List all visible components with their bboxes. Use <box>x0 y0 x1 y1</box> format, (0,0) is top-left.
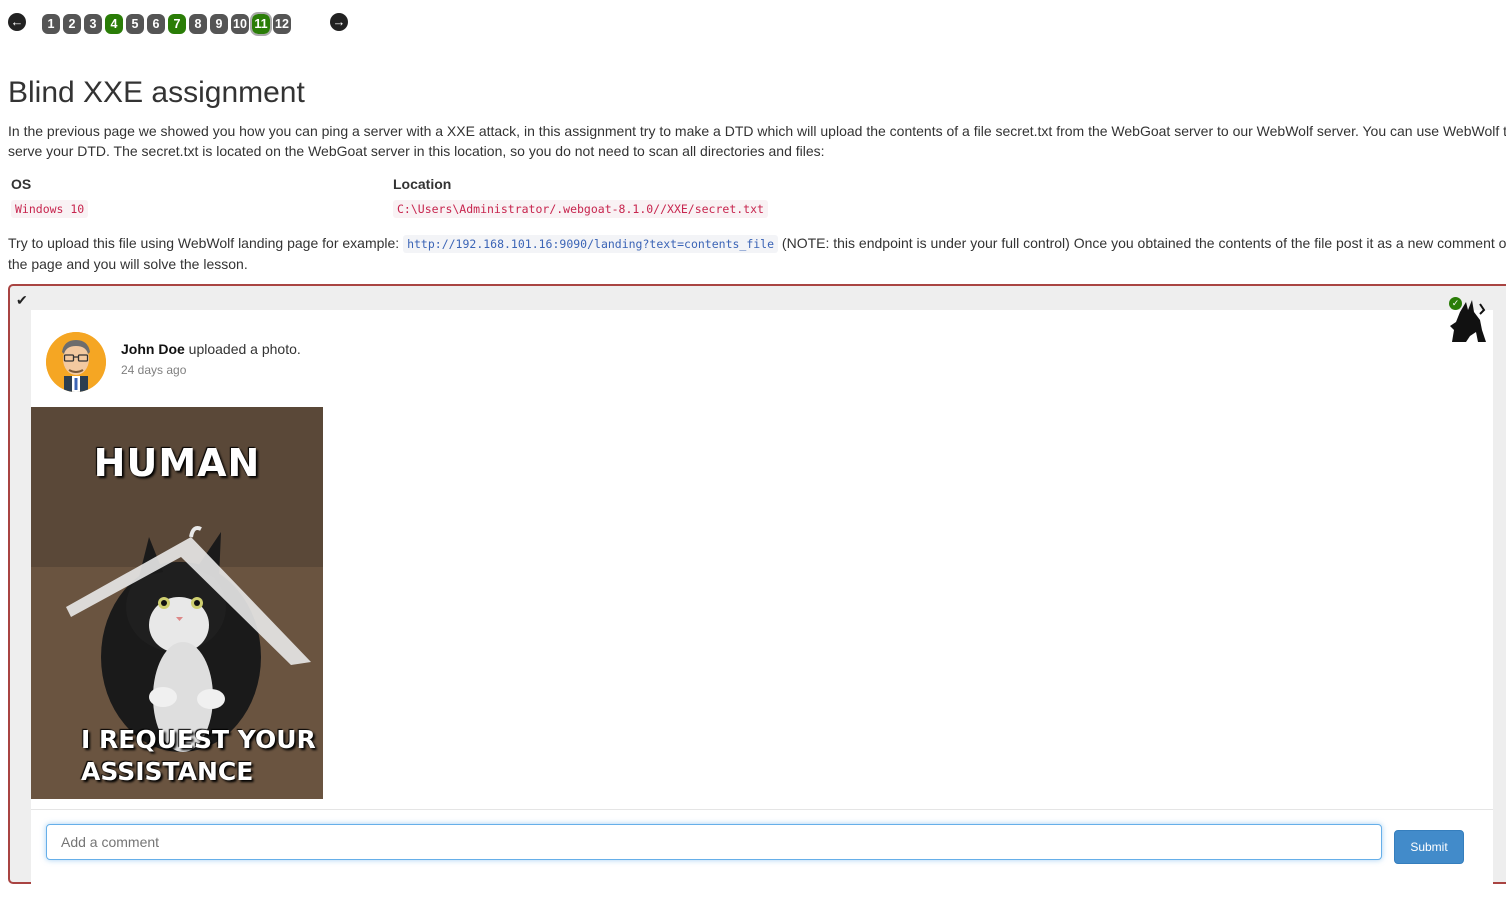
photo-caption-top: HUMAN <box>93 441 261 485</box>
page-button-10[interactable]: 10 <box>231 14 249 34</box>
photo-caption-bottom-2: ASSISTANCE <box>81 757 254 786</box>
table-header-location: Location <box>393 176 452 192</box>
location-value: C:\Users\Administrator/.webgoat-8.1.0//X… <box>393 200 768 218</box>
lesson-intro: In the previous page we showed you how y… <box>8 123 1506 159</box>
page-button-1[interactable]: 1 <box>42 14 60 34</box>
page-button-11[interactable]: 11 <box>250 12 272 36</box>
upload-prefix: Try to upload this file using WebWolf la… <box>8 235 404 251</box>
upload-instructions: Try to upload this file using WebWolf la… <box>8 233 1506 274</box>
post-meta: John Doe uploaded a photo. 24 days ago <box>121 341 301 377</box>
page-button-4[interactable]: 4 <box>105 14 123 34</box>
page-button-3[interactable]: 3 <box>84 14 102 34</box>
post-time: 24 days ago <box>121 363 187 377</box>
page-button-7[interactable]: 7 <box>168 14 186 34</box>
page-button-12[interactable]: 12 <box>273 14 291 34</box>
comment-input[interactable] <box>46 824 1382 860</box>
cat-photo: HUMAN I REQUEST YOUR ASSISTANCE <box>31 407 323 799</box>
photo-caption-bottom-1: I REQUEST YOUR <box>81 725 316 754</box>
page-button-9[interactable]: 9 <box>210 14 228 34</box>
avatar <box>46 332 106 392</box>
page-title: Blind XXE assignment <box>8 76 305 109</box>
page-button-5[interactable]: 5 <box>126 14 144 34</box>
arrow-left-icon[interactable]: ← <box>8 13 26 31</box>
photo-post-card: John Doe uploaded a photo. 24 days ago H… <box>31 310 1493 910</box>
os-value: Windows 10 <box>11 200 89 218</box>
assignment-panel: ✔ John Doe uploaded a photo. 24 days ago <box>8 284 1506 910</box>
checkmark-icon: ✔ <box>16 292 28 308</box>
divider <box>31 809 1493 810</box>
submit-button[interactable]: Submit <box>1394 830 1464 864</box>
page-button-2[interactable]: 2 <box>63 14 81 34</box>
landing-url: http://192.168.101.16:9090/landing?text=… <box>403 235 779 253</box>
page-buttons: 1 2 3 4 5 6 7 8 9 10 11 12 <box>42 12 291 36</box>
table-row: Windows 10 C:\Users\Administrator/.webgo… <box>8 198 771 218</box>
table-header-os: OS <box>11 176 32 192</box>
post-action: uploaded a photo. <box>184 341 301 357</box>
secret-location-table: OS Location Windows 10 C:\Users\Administ… <box>8 174 771 218</box>
page-button-6[interactable]: 6 <box>147 14 165 34</box>
arrow-right-icon[interactable]: → <box>330 13 348 31</box>
post-author: John Doe <box>121 341 185 357</box>
completed-check-icon: ✓ <box>1449 297 1462 310</box>
page-button-8[interactable]: 8 <box>189 14 207 34</box>
